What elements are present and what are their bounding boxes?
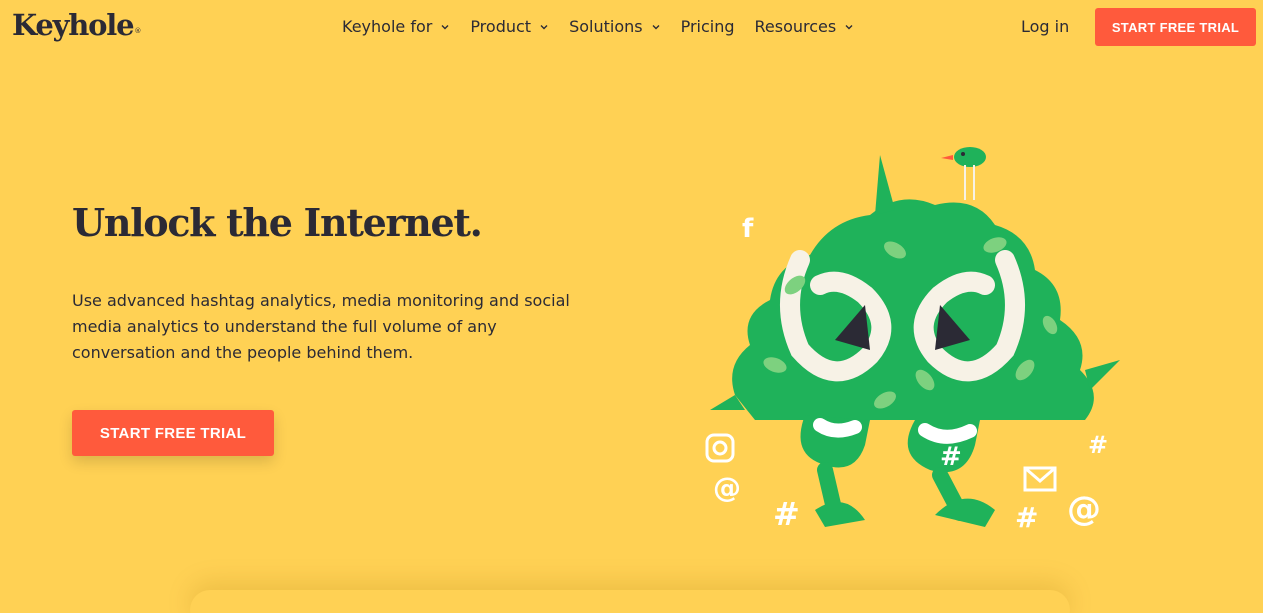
main-nav: Keyhole for Product Solutions Pricing Re… [342, 17, 874, 36]
hashtag-icon: # [1088, 431, 1108, 459]
hashtag-icon: # [773, 495, 800, 533]
nav-item-keyhole-for[interactable]: Keyhole for [342, 17, 450, 36]
nav-label: Keyhole for [342, 17, 433, 36]
facebook-icon: f [742, 214, 754, 244]
nav-label: Resources [754, 17, 837, 36]
nav-label: Pricing [680, 17, 735, 36]
start-free-trial-header-button[interactable]: START FREE TRIAL [1095, 8, 1256, 46]
nav-item-product[interactable]: Product [470, 17, 549, 36]
at-sign-icon: @ [1067, 489, 1101, 529]
hero-illustration: f @ @ # # # # [705, 147, 1120, 534]
mail-icon [1023, 466, 1057, 492]
hero-headline: Unlock the Internet. [72, 200, 483, 245]
nav-item-resources[interactable]: Resources [755, 17, 855, 36]
instagram-icon [705, 433, 735, 463]
bush-creature [710, 155, 1120, 527]
chevron-down-icon [540, 24, 548, 29]
chevron-down-icon [652, 24, 660, 29]
nav-label: Solutions [569, 17, 643, 36]
content-card-edge [190, 590, 1070, 613]
hero-subtext: Use advanced hashtag analytics, media mo… [72, 291, 570, 362]
chevron-down-icon [441, 24, 449, 29]
start-free-trial-hero-button[interactable]: START FREE TRIAL [72, 410, 274, 456]
logo-text: Keyhole [12, 8, 135, 42]
registered-mark: ® [134, 27, 142, 35]
bird-icon [941, 147, 986, 200]
hashtag-icon: # [1015, 501, 1038, 534]
login-link[interactable]: Log in [1021, 17, 1069, 36]
nav-label: Product [470, 17, 532, 36]
nav-item-solutions[interactable]: Solutions [569, 17, 661, 36]
at-sign-icon: @ [713, 471, 741, 504]
hashtag-icon: # [940, 442, 962, 472]
keyhole-logo[interactable]: Keyhole® [12, 8, 141, 42]
nav-item-pricing[interactable]: Pricing [681, 17, 735, 36]
chevron-down-icon [845, 24, 853, 29]
